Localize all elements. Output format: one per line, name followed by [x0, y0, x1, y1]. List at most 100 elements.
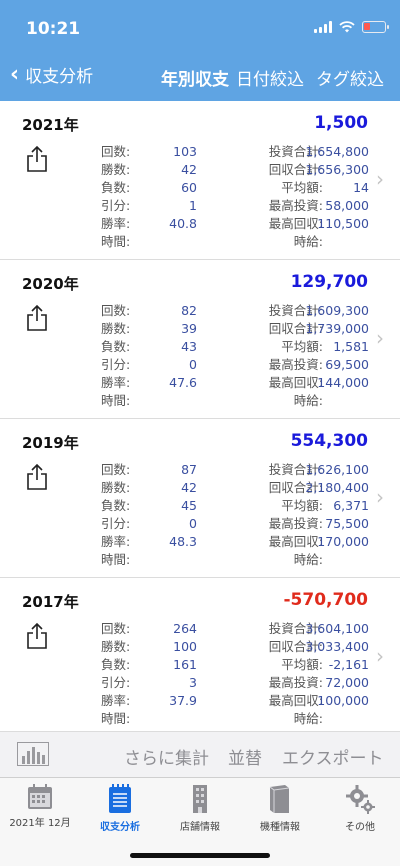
export-button[interactable]: エクスポート	[282, 744, 384, 769]
stat-label: 勝率:	[101, 216, 131, 231]
year-balance: 129,700	[290, 272, 368, 292]
stat-value	[160, 551, 197, 569]
date-filter-button[interactable]: 日付絞込	[236, 65, 304, 90]
year-label: 2017年	[22, 593, 79, 611]
year-label: 2021年	[22, 116, 79, 134]
wifi-icon	[339, 21, 355, 33]
stats-labels-left: 回数: 勝数: 負数: 引分: 勝率: 時間:	[101, 143, 130, 251]
year-balance: 554,300	[290, 431, 368, 451]
stats-labels-left: 回数: 勝数: 負数: 引分: 勝率: 時間:	[101, 302, 130, 410]
stat-label: 回数:	[101, 303, 131, 318]
stat-value	[160, 233, 197, 251]
header-bar: 10:21 ‹ 収支分析 年別収支 日付絞込 タグ絞込	[0, 0, 400, 101]
year-balance: -570,700	[283, 590, 369, 610]
stats-labels-left: 回数: 勝数: 負数: 引分: 勝率: 時間:	[101, 461, 130, 569]
stat-label: 勝数:	[101, 480, 131, 495]
stat-value: 1	[189, 198, 197, 213]
stat-label: 引分:	[101, 516, 131, 531]
year-row[interactable]: 2017年 -570,700 回数: 勝数: 負数: 引分: 勝率: 時間: 264 100…	[0, 578, 400, 737]
chevron-right-icon: ›	[376, 326, 384, 350]
stat-label: 負数:	[101, 180, 131, 195]
stat-value	[160, 710, 197, 728]
year-row[interactable]: 2019年 554,300 回数: 勝数: 負数: 引分: 勝率: 時間: 87 42 45 0…	[0, 419, 400, 578]
calendar-icon	[28, 784, 52, 809]
stat-value: 100,000	[317, 693, 369, 708]
stat-label: 勝率:	[101, 375, 131, 390]
stat-value: 3,033,400	[305, 639, 369, 654]
tab-yearly-balance[interactable]: 年別収支	[161, 65, 229, 90]
home-indicator	[130, 853, 270, 858]
stat-label: 時間:	[101, 552, 131, 567]
tab-machine-info[interactable]: 機種情報	[240, 784, 320, 833]
bottom-toolbar: さらに集計 並替 エクスポート	[0, 731, 400, 777]
status-icons	[314, 21, 389, 33]
chevron-left-icon: ‹	[10, 61, 20, 87]
stat-value: 6,371	[333, 498, 369, 513]
tab-calendar[interactable]: 2021年 12月	[0, 784, 80, 829]
stats-values-left: 264 100 161 3 37.9	[160, 620, 197, 728]
stat-value: 82	[181, 303, 197, 318]
sort-button[interactable]: 並替	[228, 744, 262, 769]
stat-value: 48.3	[169, 534, 197, 549]
stat-value: 170,000	[317, 534, 369, 549]
stat-value: 37.9	[169, 693, 197, 708]
chevron-right-icon: ›	[376, 644, 384, 668]
tab-label: 収支分析	[100, 822, 140, 833]
stat-value: 39	[181, 321, 197, 336]
year-row[interactable]: 2020年 129,700 回数: 勝数: 負数: 引分: 勝率: 時間: 82 39 43 0…	[0, 260, 400, 419]
stat-value: 2,180,400	[305, 480, 369, 495]
stat-value: 0	[189, 516, 197, 531]
aggregate-button[interactable]: さらに集計	[124, 744, 209, 769]
navigation-bar: ‹ 収支分析 年別収支 日付絞込 タグ絞込	[0, 58, 400, 94]
gear-icon	[346, 785, 375, 814]
stat-label: 回数:	[101, 621, 131, 636]
back-button[interactable]: ‹ 収支分析	[10, 62, 93, 87]
stat-label: 勝数:	[101, 639, 131, 654]
stat-value: 110,500	[317, 216, 369, 231]
stats-values-left: 103 42 60 1 40.8	[160, 143, 197, 251]
notebook-icon	[109, 784, 131, 813]
stat-value	[304, 551, 369, 569]
stat-value: 45	[181, 498, 197, 513]
stat-value: 40.8	[169, 216, 197, 231]
bar-chart-icon[interactable]	[17, 742, 49, 766]
share-icon[interactable]	[26, 622, 48, 650]
book-icon	[269, 785, 290, 813]
year-row[interactable]: 2021年 1,500 回数: 勝数: 負数: 引分: 勝率: 時間: 103 42 60 1 4…	[0, 101, 400, 260]
stat-value: 42	[181, 162, 197, 177]
share-icon[interactable]	[26, 304, 48, 332]
stat-value: 75,500	[325, 516, 369, 531]
stat-value	[304, 710, 369, 728]
stat-value: 72,000	[325, 675, 369, 690]
tab-bar: 2021年 12月 収支分析 店舗情報 機種情報 その他	[0, 777, 400, 866]
stats-values-left: 87 42 45 0 48.3	[160, 461, 197, 569]
tab-store-info[interactable]: 店舗情報	[160, 784, 240, 833]
stat-value: 47.6	[169, 375, 197, 390]
stat-value: -2,161	[328, 657, 369, 672]
tab-label: その他	[345, 822, 375, 833]
stat-label: 引分:	[101, 675, 131, 690]
tab-label: 機種情報	[260, 822, 300, 833]
share-icon[interactable]	[26, 463, 48, 491]
stat-value: 0	[189, 357, 197, 372]
building-icon	[193, 785, 207, 813]
year-label: 2020年	[22, 275, 79, 293]
stat-value: 1,656,300	[305, 162, 369, 177]
tab-other[interactable]: その他	[320, 784, 400, 833]
tab-label: 店舗情報	[180, 822, 220, 833]
stat-value: 3	[189, 675, 197, 690]
stat-value: 1,654,800	[305, 144, 369, 159]
stat-value: 14	[353, 180, 369, 195]
stat-label: 負数:	[101, 498, 131, 513]
tag-filter-button[interactable]: タグ絞込	[316, 65, 384, 90]
year-balance: 1,500	[314, 113, 368, 133]
tab-balance-analysis[interactable]: 収支分析	[80, 784, 160, 833]
stats-values-right: 3,604,100 3,033,400 -2,161 72,000 100,000	[304, 620, 369, 728]
stat-label: 時間:	[101, 711, 131, 726]
stats-values-right: 1,626,100 2,180,400 6,371 75,500 170,000	[304, 461, 369, 569]
stat-label: 回数:	[101, 144, 131, 159]
share-icon[interactable]	[26, 145, 48, 173]
stat-label: 勝率:	[101, 534, 131, 549]
stat-value: 69,500	[325, 357, 369, 372]
stat-value: 43	[181, 339, 197, 354]
